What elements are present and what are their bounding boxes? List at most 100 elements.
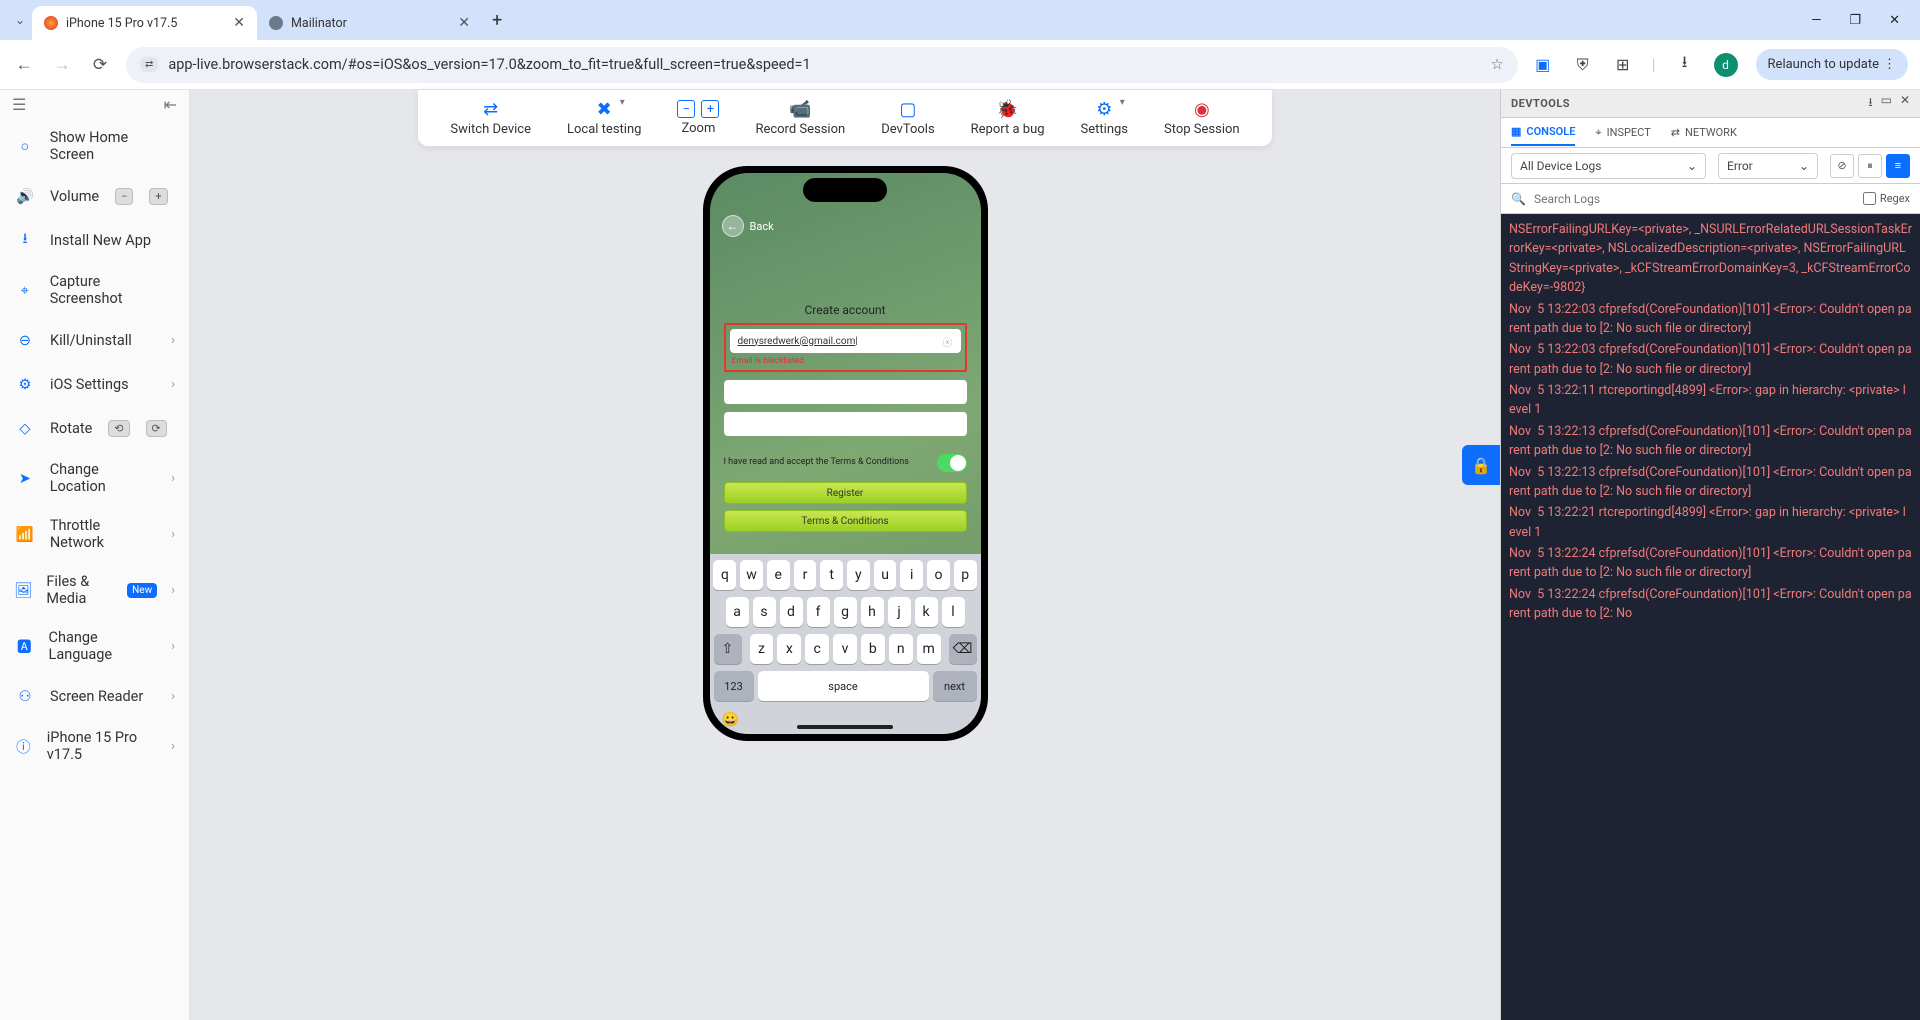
space-key[interactable]: space [758, 671, 929, 701]
keyboard-key[interactable]: r [794, 560, 817, 590]
keyboard-key[interactable]: t [820, 560, 843, 590]
new-tab-button[interactable]: + [482, 10, 512, 31]
sidebar-item[interactable]: ○Show Home Screen [0, 118, 189, 174]
keyboard-key[interactable]: l [942, 597, 965, 627]
keyboard-key[interactable]: a [726, 597, 749, 627]
zoom-out-icon[interactable]: − [677, 100, 695, 118]
keyboard-key[interactable]: c [805, 634, 829, 664]
toolbar-item[interactable]: 📹Record Session [741, 99, 859, 137]
url-field[interactable]: ⇄ app-live.browserstack.com/#os=iOS&os_v… [126, 47, 1518, 83]
pill-button[interactable]: ⟳ [146, 420, 167, 437]
browser-tab-inactive[interactable]: Mailinator ✕ [257, 6, 482, 40]
toolbar-item[interactable]: −+Zoom [663, 100, 733, 136]
terms-toggle[interactable] [937, 454, 967, 472]
toolbar-item[interactable]: ⇄Switch Device [436, 99, 545, 137]
device-screen[interactable]: ← Back Create account denysredwerk@gmail… [710, 173, 981, 734]
pause-logs-icon[interactable]: ⏸ [1858, 154, 1882, 178]
app-back-button[interactable]: ← Back [710, 211, 981, 241]
email-input[interactable]: denysredwerk@gmail.com | ⓧ [730, 329, 961, 353]
home-indicator[interactable] [797, 725, 893, 729]
clear-logs-icon[interactable]: ⊘ [1830, 154, 1854, 178]
devtools-tab-console[interactable]: ▦ CONSOLE [1511, 119, 1575, 146]
keyboard-key[interactable]: w [740, 560, 763, 590]
tab-menu-icon[interactable]: ⌄ [8, 13, 32, 27]
keyboard-key[interactable]: o [927, 560, 950, 590]
password-input[interactable] [724, 380, 967, 404]
sidebar-item[interactable]: ➤Change Location› [0, 450, 189, 506]
keyboard-key[interactable]: z [750, 634, 774, 664]
close-icon[interactable]: ✕ [458, 15, 470, 31]
devtools-tab-network[interactable]: ⇄ NETWORK [1671, 120, 1737, 145]
maximize-icon[interactable]: ❐ [1849, 13, 1861, 28]
download-logs-icon[interactable]: ⭳ [1868, 93, 1872, 114]
keyboard-key[interactable]: n [889, 634, 913, 664]
sidebar-item[interactable]: ⊖Kill/Uninstall› [0, 318, 189, 362]
toolbar-item[interactable]: ✖▾Local testing [553, 99, 655, 137]
log-output[interactable]: NSErrorFailingURLKey=<private>, _NSURLEr… [1501, 214, 1920, 1020]
bookmark-icon[interactable]: ☆ [1491, 56, 1504, 73]
keyboard-key[interactable]: y [847, 560, 870, 590]
regex-checkbox[interactable]: Regex [1863, 192, 1910, 205]
keyboard-key[interactable]: s [753, 597, 776, 627]
screencast-icon[interactable]: ▣ [1532, 54, 1554, 76]
sidebar-item[interactable]: ⌖Capture Screenshot [0, 262, 189, 318]
keyboard-key[interactable]: m [917, 634, 941, 664]
toolbar-item[interactable]: ▢DevTools [867, 99, 948, 137]
keyboard-key[interactable]: j [888, 597, 911, 627]
back-icon[interactable]: ← [12, 55, 36, 75]
keyboard-key[interactable]: v [833, 634, 857, 664]
keyboard-key[interactable]: d [780, 597, 803, 627]
clear-input-icon[interactable]: ⓧ [943, 334, 953, 349]
minimize-icon[interactable]: — [1811, 13, 1821, 28]
sidebar-item[interactable]: 🔊Volume−+ [0, 174, 189, 218]
browser-tab-active[interactable]: iPhone 15 Pro v17.5 ✕ [32, 6, 257, 40]
keyboard-key[interactable]: q [713, 560, 736, 590]
collapse-icon[interactable]: ⇤ [164, 95, 177, 114]
site-info-icon[interactable]: ⇄ [140, 57, 158, 72]
device-logs-select[interactable]: All Device Logs ⌄ [1511, 153, 1706, 179]
popout-icon[interactable]: ▭ [1881, 93, 1892, 114]
reload-icon[interactable]: ⟳ [88, 55, 112, 75]
sidebar-item[interactable]: ◇Rotate⟲⟳ [0, 406, 189, 450]
pill-button[interactable]: − [115, 188, 133, 205]
shield-icon[interactable]: ⛨ [1572, 54, 1594, 76]
sidebar-item[interactable]: ⭳Install New App [0, 218, 189, 262]
keyboard-key[interactable]: b [861, 634, 885, 664]
sidebar-item[interactable]: 🅰Change Language› [0, 618, 189, 674]
keyboard-key[interactable]: f [807, 597, 830, 627]
sidebar-item[interactable]: ⚙iOS Settings› [0, 362, 189, 406]
devtools-tab-inspect[interactable]: ⌖ INSPECT [1595, 120, 1650, 146]
level-select[interactable]: Error ⌄ [1718, 153, 1818, 179]
relaunch-button[interactable]: Relaunch to update ⋮ [1756, 49, 1908, 80]
toolbar-item[interactable]: ◉Stop Session [1150, 99, 1254, 137]
keyboard-key[interactable]: i [900, 560, 923, 590]
hamburger-icon[interactable]: ☰ [12, 95, 26, 114]
sidebar-item[interactable]: ⓘiPhone 15 Pro v17.5› [0, 718, 189, 774]
extensions-icon[interactable]: ⊞ [1612, 54, 1634, 76]
lock-fab[interactable]: 🔒 [1462, 445, 1500, 485]
toolbar-item[interactable]: ⚙▾Settings [1067, 99, 1142, 137]
autoscroll-icon[interactable]: ≡ [1886, 154, 1910, 178]
confirm-password-input[interactable] [724, 412, 967, 436]
numbers-key[interactable]: 123 [714, 671, 754, 701]
profile-avatar[interactable]: d [1714, 53, 1738, 77]
forward-icon[interactable]: → [50, 55, 74, 75]
downloads-icon[interactable]: ⭳ [1674, 54, 1696, 76]
toolbar-item[interactable]: 🐞Report a bug [957, 99, 1059, 137]
zoom-in-icon[interactable]: + [701, 100, 719, 118]
sidebar-item[interactable]: 🖼Files & MediaNew› [0, 562, 189, 618]
terms-button[interactable]: Terms & Conditions [724, 510, 967, 532]
register-button[interactable]: Register [724, 482, 967, 504]
keyboard-key[interactable]: k [915, 597, 938, 627]
pill-button[interactable]: + [149, 188, 167, 205]
backspace-key[interactable]: ⌫ [949, 634, 977, 664]
shift-key[interactable]: ⇧ [714, 634, 742, 664]
keyboard-key[interactable]: p [954, 560, 977, 590]
keyboard-key[interactable]: g [834, 597, 857, 627]
pill-button[interactable]: ⟲ [108, 420, 129, 437]
close-devtools-icon[interactable]: ✕ [1900, 93, 1910, 114]
keyboard-key[interactable]: x [777, 634, 801, 664]
keyboard-key[interactable]: e [767, 560, 790, 590]
sidebar-item[interactable]: 📶Throttle Network› [0, 506, 189, 562]
keyboard-key[interactable]: h [861, 597, 884, 627]
